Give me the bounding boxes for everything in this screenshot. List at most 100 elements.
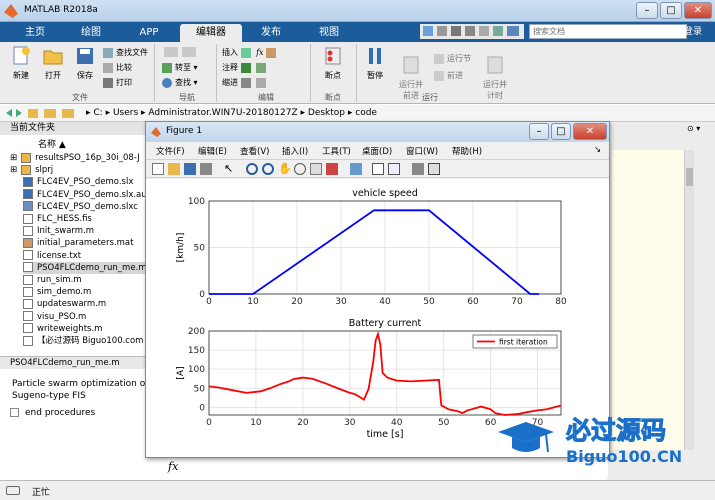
column-header-name[interactable]: 名称 ▲ — [38, 137, 66, 150]
breadcrumb-item[interactable]: Administrator.WIN7U-20180127Z — [148, 108, 297, 118]
menu-file[interactable]: 文件(F) — [156, 145, 185, 157]
busy-icon — [6, 486, 20, 495]
pan-hand-icon[interactable]: ✋ — [278, 163, 292, 175]
file-list-item[interactable]: 【必过源码 Biguo100.com — [23, 335, 161, 347]
data-cursor-icon[interactable] — [310, 163, 322, 175]
folder-nav-icons[interactable] — [4, 107, 84, 120]
tab-publish[interactable]: 发布 — [246, 24, 296, 42]
maximize-button[interactable]: □ — [660, 2, 682, 19]
menu-help[interactable]: 帮助(H) — [452, 145, 482, 157]
search-input[interactable] — [529, 24, 687, 39]
menu-tools[interactable]: 工具(T) — [322, 145, 351, 157]
insert-function-icon — [266, 47, 277, 58]
smart-indent-icon — [256, 77, 267, 88]
legend-icon[interactable] — [388, 163, 400, 175]
menu-view[interactable]: 查看(V) — [240, 145, 269, 157]
advance-button[interactable]: 前进 — [434, 69, 463, 82]
file-name: Init_swarm.m — [37, 226, 95, 237]
tab-apps[interactable]: APP — [122, 24, 176, 42]
minimize-button[interactable]: – — [636, 2, 658, 19]
tab-editor[interactable]: 编辑器 — [180, 24, 242, 42]
menu-insert[interactable]: 插入(I) — [282, 145, 308, 157]
pointer-icon[interactable]: ↖ — [224, 163, 236, 175]
insert-button[interactable]: 插入 fx — [222, 46, 279, 59]
insert-section-icon — [240, 47, 251, 58]
x-tick-label: 0 — [206, 418, 212, 428]
colorbar-icon[interactable] — [372, 163, 384, 175]
compare-button[interactable]: 比较 — [103, 61, 132, 74]
file-list-item[interactable]: run_sim.m — [23, 274, 161, 286]
file-list-item[interactable]: ⊞ resultsPSO_16p_30i_08-J — [10, 152, 148, 164]
breadcrumb-item[interactable]: code — [355, 108, 377, 118]
file-list-item[interactable]: ⊞ slprj — [10, 164, 148, 176]
file-list-item[interactable]: FLC4EV_PSO_demo.slx — [23, 176, 161, 188]
link-plot-icon[interactable] — [350, 163, 362, 175]
print-button[interactable]: 打印 — [103, 76, 132, 89]
brush-icon[interactable] — [326, 163, 338, 175]
run-section-button[interactable]: 运行节 — [434, 52, 471, 65]
menu-window[interactable]: 窗口(W) — [406, 145, 438, 157]
zoom-out-icon[interactable] — [262, 163, 274, 175]
tab-view[interactable]: 视图 — [302, 24, 356, 42]
details-function-item[interactable]: end procedures — [10, 408, 95, 418]
comment-button[interactable]: 注释 — [222, 61, 269, 74]
find-files-button[interactable]: 查找文件 — [103, 46, 148, 59]
x-tick-label: 30 — [344, 418, 356, 428]
file-list-item[interactable]: writeweights.m — [23, 323, 161, 335]
tab-plots[interactable]: 绘图 — [64, 24, 118, 42]
new-button[interactable]: 新建 — [6, 46, 36, 81]
zoom-in-icon[interactable] — [246, 163, 258, 175]
file-list-item[interactable]: visu_PSO.m — [23, 311, 161, 323]
open-button[interactable]: 打开 — [38, 46, 68, 81]
rotate-3d-icon[interactable] — [294, 163, 306, 175]
file-list-item[interactable]: initial_parameters.mat — [23, 237, 161, 249]
breadcrumb-item[interactable]: C: — [93, 108, 102, 118]
menu-edit[interactable]: 编辑(E) — [198, 145, 227, 157]
quick-access-icons[interactable] — [420, 24, 524, 39]
ribbon-separator — [356, 44, 357, 102]
close-button[interactable]: ✕ — [684, 2, 712, 19]
goto-button[interactable]: 转至 ▾ — [162, 61, 198, 74]
figure-close-button[interactable]: ✕ — [573, 123, 607, 140]
save-figure-icon[interactable] — [184, 163, 196, 175]
file-list-item[interactable]: updateswarm.m — [23, 298, 161, 310]
breadcrumb-item[interactable]: Users — [113, 108, 138, 118]
login-link[interactable]: 登录 — [684, 24, 702, 37]
chart-title: vehicle speed — [352, 188, 418, 199]
editor-scrollbar[interactable] — [684, 150, 694, 450]
mat-file-icon — [23, 237, 33, 248]
file-list-item[interactable]: FLC4EV_PSO_demo.slxc — [23, 201, 161, 213]
file-list-item[interactable]: license.txt — [23, 250, 161, 262]
open-file-icon[interactable] — [168, 163, 180, 175]
print-figure-icon[interactable] — [200, 163, 212, 175]
editor-panel-controls[interactable]: ⊙ ▾ — [687, 124, 711, 136]
menu-desktop[interactable]: 桌面(D) — [362, 145, 392, 157]
save-button[interactable]: 保存 — [70, 46, 100, 81]
file-list-item[interactable]: PSO4FLCdemo_run_me.m — [23, 261, 161, 274]
pause-button[interactable]: 暂停 — [360, 46, 390, 81]
folder-file-icon — [21, 152, 32, 163]
tab-home[interactable]: 主页 — [10, 24, 60, 42]
find-button[interactable]: 查找 ▾ — [162, 76, 198, 89]
breakpoints-button[interactable]: 断点 — [316, 46, 350, 81]
file-list-item[interactable]: FLC4EV_PSO_demo.slx.au — [23, 189, 161, 201]
run-and-time-button[interactable]: 运行并 计时 — [478, 46, 512, 110]
scrollbar-thumb[interactable] — [686, 168, 693, 186]
file-list-item[interactable]: Init_swarm.m — [23, 225, 161, 237]
new-figure-icon[interactable] — [152, 163, 164, 175]
show-plot-tools-icon[interactable] — [428, 163, 440, 175]
file-name: PSO4FLCdemo_run_me.m — [37, 262, 147, 273]
file-list-item[interactable]: FLC_HESS.fis — [23, 213, 161, 225]
comment-icon — [240, 62, 251, 73]
menu-dock-icon[interactable]: ↘ — [594, 145, 601, 155]
function-icon — [10, 408, 19, 417]
figure-maximize-button[interactable]: □ — [551, 123, 571, 140]
expand-icon[interactable]: ⊞ — [10, 153, 17, 163]
indent-button[interactable]: 缩进 — [222, 76, 269, 89]
file-list-item[interactable]: sim_demo.m — [23, 286, 161, 298]
figure-minimize-button[interactable]: – — [529, 123, 549, 140]
hide-plot-tools-icon[interactable] — [412, 163, 424, 175]
breadcrumb-item[interactable]: Desktop — [308, 108, 345, 118]
expand-icon[interactable]: ⊞ — [10, 165, 17, 175]
code-editor[interactable] — [612, 150, 684, 450]
